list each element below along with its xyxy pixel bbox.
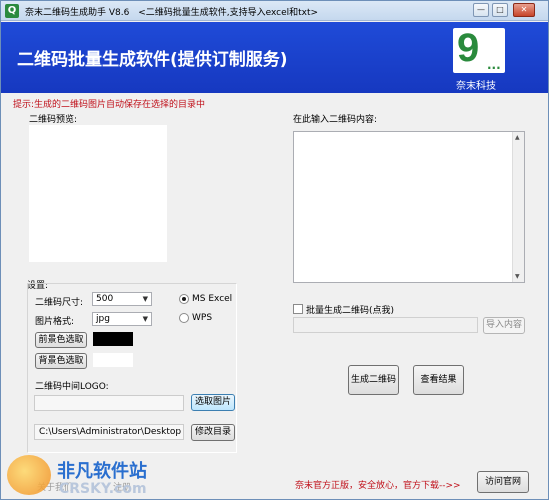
scroll-up-icon[interactable]: ▲ bbox=[515, 134, 520, 141]
import-path-input[interactable] bbox=[293, 317, 478, 333]
radio-wps-label: WPS bbox=[192, 313, 213, 323]
size-select[interactable]: 500 ▼ bbox=[92, 292, 152, 306]
logo-dots: ... bbox=[487, 58, 501, 72]
watermark-subtext: CRSKY.com bbox=[59, 481, 147, 497]
app-icon: Q bbox=[5, 4, 19, 18]
preview-label: 二维码预览: bbox=[29, 115, 78, 125]
batch-checkbox-label[interactable]: 批量生成二维码(点我) bbox=[306, 303, 394, 316]
app-window: Q 奈末二维码生成助手 V8.6 <二维码批量生成软件,支持导入excel和tx… bbox=[0, 0, 549, 500]
size-value: 500 bbox=[96, 294, 114, 304]
logo-path-input[interactable] bbox=[34, 395, 184, 411]
format-label: 图片格式: bbox=[35, 317, 75, 327]
content-label: 在此输入二维码内容: bbox=[293, 115, 378, 125]
qr-content-input[interactable]: ▲ ▼ bbox=[293, 131, 525, 283]
choose-image-button[interactable]: 选取图片 bbox=[191, 394, 235, 411]
change-dir-button[interactable]: 修改目录 bbox=[191, 424, 235, 441]
window-title: 奈末二维码生成助手 V8.6 <二维码批量生成软件,支持导入excel和txt> bbox=[25, 5, 318, 18]
scroll-down-icon[interactable]: ▼ bbox=[515, 273, 520, 280]
watermark-logo-icon bbox=[7, 455, 51, 495]
qr-preview-area bbox=[29, 125, 167, 262]
bg-color-swatch bbox=[93, 353, 133, 367]
company-logo: 9 ... bbox=[453, 26, 505, 73]
radio-wps[interactable] bbox=[179, 313, 189, 323]
fg-color-swatch bbox=[93, 332, 133, 346]
generate-qr-button[interactable]: 生成二维码 bbox=[348, 365, 399, 395]
chevron-down-icon: ▼ bbox=[142, 315, 148, 323]
save-hint: 提示:生成的二维码图片自动保存在选择的目录中 bbox=[13, 100, 206, 110]
minimize-button[interactable]: — bbox=[473, 3, 489, 17]
radio-ms-excel-label: MS Excel bbox=[192, 294, 233, 304]
maximize-button[interactable]: □ bbox=[492, 3, 508, 17]
app-subtitle: <二维码批量生成软件,支持导入excel和txt> bbox=[138, 8, 319, 18]
format-select[interactable]: jpg ▼ bbox=[92, 312, 152, 326]
close-button[interactable]: ✕ bbox=[513, 3, 535, 17]
content-scrollbar[interactable]: ▲ ▼ bbox=[512, 132, 524, 282]
official-download-note: 奈末官方正版，安全放心，官方下载-->> bbox=[295, 481, 461, 491]
title-bar: Q 奈末二维码生成助手 V8.6 <二维码批量生成软件,支持导入excel和tx… bbox=[1, 1, 548, 21]
app-title: 奈末二维码生成助手 V8.6 bbox=[25, 8, 130, 18]
radio-ms-excel[interactable] bbox=[179, 294, 189, 304]
fg-color-button[interactable]: 前景色选取 bbox=[35, 332, 87, 348]
header-banner: 二维码批量生成软件(提供订制服务) 9 ... 奈末科技 bbox=[1, 22, 548, 93]
banner-title: 二维码批量生成软件(提供订制服务) bbox=[17, 50, 288, 70]
output-dir-input[interactable]: C:\Users\Administrator\Desktop bbox=[34, 424, 184, 440]
batch-checkbox[interactable] bbox=[293, 304, 303, 314]
logo-nine: 9 bbox=[457, 26, 480, 70]
bg-color-button[interactable]: 背景色选取 bbox=[35, 353, 87, 369]
visit-website-button[interactable]: 访问官网 bbox=[477, 471, 529, 493]
site-watermark: 非凡软件站 CRSKY.com bbox=[7, 453, 177, 499]
chevron-down-icon: ▼ bbox=[142, 295, 148, 303]
format-value: jpg bbox=[96, 314, 110, 324]
logo-label: 二维码中间LOGO: bbox=[35, 382, 109, 392]
company-name: 奈末科技 bbox=[456, 81, 496, 92]
watermark-text: 非凡软件站 bbox=[57, 461, 147, 482]
view-results-button[interactable]: 查看结果 bbox=[413, 365, 464, 395]
import-content-button[interactable]: 导入内容 bbox=[483, 317, 525, 334]
size-label: 二维码尺寸: bbox=[35, 298, 84, 308]
